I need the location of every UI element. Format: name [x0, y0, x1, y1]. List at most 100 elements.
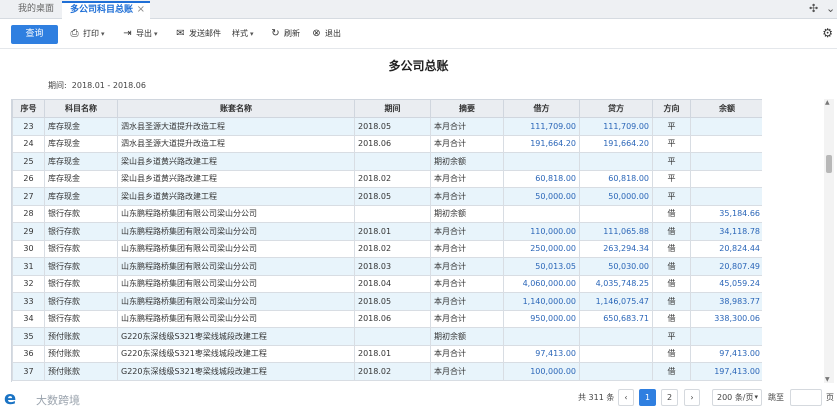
- tab-multi-company-ledger[interactable]: 多公司科目总账 ×: [62, 1, 150, 19]
- tab-label: 多公司科目总账: [70, 5, 134, 15]
- close-circle-icon: ⊗: [312, 28, 321, 39]
- pin-icon[interactable]: ✣: [809, 2, 818, 15]
- print-button[interactable]: ⎙ 打印 ▾: [69, 27, 105, 41]
- cell-account: 银行存款: [44, 292, 118, 311]
- cell-account: 银行存款: [44, 274, 118, 293]
- cell-credit: 1,146,075.47: [579, 292, 653, 311]
- cell-credit: 263,294.34: [579, 239, 653, 258]
- gear-icon[interactable]: ⚙: [822, 26, 833, 40]
- prev-page-button[interactable]: ‹: [618, 389, 634, 406]
- table-row[interactable]: 25 库存现金 梁山县乡道黄兴路改建工程 期初余额 平: [12, 152, 762, 171]
- cell-period: 2018.02: [354, 239, 431, 258]
- print-label: 打印: [83, 29, 99, 38]
- table-row[interactable]: 24 库存现金 泗水县圣源大道提升改造工程 2018.06 本月合计 191,664.20…: [12, 134, 762, 153]
- table-row[interactable]: 34 银行存款 山东鹏程路桥集团有限公司梁山分公司 2018.06 本月合计 950,00…: [12, 309, 762, 328]
- cell-ledger-set: 梁山县乡道黄兴路改建工程: [117, 187, 355, 206]
- cell-credit: [579, 204, 653, 223]
- cell-ledger-set: 泗水县圣源大道提升改造工程: [117, 134, 355, 153]
- cell-summary: 期初余额: [430, 204, 504, 223]
- scrollbar-thumb[interactable]: [826, 155, 832, 173]
- cell-index: 35: [12, 327, 45, 346]
- cell-direction: 平: [652, 117, 691, 136]
- chevron-down-icon[interactable]: ⌄: [826, 2, 835, 15]
- col-header-balance[interactable]: 余额: [690, 99, 762, 118]
- scroll-up-icon[interactable]: ▲: [825, 99, 830, 106]
- table-row[interactable]: 28 银行存款 山东鹏程路桥集团有限公司梁山分公司 期初余额 借 35,184.66: [12, 204, 762, 223]
- cell-summary: 本月合计: [430, 362, 504, 381]
- query-button[interactable]: 查询: [11, 25, 58, 44]
- cell-account: 银行存款: [44, 257, 118, 276]
- cell-debit: 191,664.20: [503, 134, 580, 153]
- cell-ledger-set: 山东鹏程路桥集团有限公司梁山分公司: [117, 222, 355, 241]
- export-button[interactable]: ⇥ 导出 ▾: [122, 27, 157, 41]
- page-unit-label: 页: [826, 393, 834, 402]
- page-2-button[interactable]: 2: [661, 389, 678, 406]
- table-row[interactable]: 29 银行存款 山东鹏程路桥集团有限公司梁山分公司 2018.01 本月合计 110,00…: [12, 222, 762, 241]
- cell-index: 31: [12, 257, 45, 276]
- send-email-button[interactable]: ✉ 发送邮件: [175, 27, 221, 41]
- table-row[interactable]: 36 预付账款 G220东深线级S321枣梁线城段改建工程 2018.01 本月合计 97…: [12, 344, 762, 363]
- close-icon[interactable]: ×: [137, 3, 145, 17]
- ledger-table: 序号 科目名称 账套名称 期间 摘要 借方 贷方 方向 余额 23 库存现金 泗水县…: [12, 99, 762, 381]
- cell-period: 2018.01: [354, 344, 431, 363]
- table-row[interactable]: 31 银行存款 山东鹏程路桥集团有限公司梁山分公司 2018.03 本月合计 50,013…: [12, 257, 762, 276]
- table-row[interactable]: 27 库存现金 梁山县乡道黄兴路改建工程 2018.05 本月合计 50,000.00 50…: [12, 187, 762, 206]
- cell-credit: 111,065.88: [579, 222, 653, 241]
- cell-index: 28: [12, 204, 45, 223]
- page-size-select[interactable]: 200 条/页 ▾: [712, 389, 762, 406]
- col-header-index[interactable]: 序号: [12, 99, 45, 118]
- table-row[interactable]: 33 银行存款 山东鹏程路桥集团有限公司梁山分公司 2018.05 本月合计 1,140,…: [12, 292, 762, 311]
- cell-account: 库存现金: [44, 169, 118, 188]
- cell-direction: 平: [652, 187, 691, 206]
- exit-label: 退出: [325, 29, 341, 38]
- cell-debit: 110,000.00: [503, 222, 580, 241]
- table-row[interactable]: 32 银行存款 山东鹏程路桥集团有限公司梁山分公司 2018.04 本月合计 4,060,…: [12, 274, 762, 293]
- period-label: 期间:: [48, 81, 67, 90]
- cell-summary: 期初余额: [430, 327, 504, 346]
- cell-index: 33: [12, 292, 45, 311]
- jump-page-input[interactable]: [790, 389, 822, 406]
- table-row[interactable]: 30 银行存款 山东鹏程路桥集团有限公司梁山分公司 2018.02 本月合计 250,00…: [12, 239, 762, 258]
- col-header-debit[interactable]: 借方: [503, 99, 580, 118]
- table-row[interactable]: 23 库存现金 泗水县圣源大道提升改造工程 2018.05 本月合计 111,709.00…: [12, 117, 762, 136]
- refresh-button[interactable]: ↻ 刷新: [270, 27, 300, 41]
- page-1-button[interactable]: 1: [639, 389, 656, 406]
- cell-index: 23: [12, 117, 45, 136]
- table-row[interactable]: 26 库存现金 梁山县乡道黄兴路改建工程 2018.02 本月合计 60,818.00 60…: [12, 169, 762, 188]
- cell-credit: [579, 152, 653, 171]
- cell-ledger-set: 梁山县乡道黄兴路改建工程: [117, 169, 355, 188]
- cell-credit: 50,030.00: [579, 257, 653, 276]
- style-button[interactable]: 样式 ▾: [232, 27, 254, 41]
- cell-index: 32: [12, 274, 45, 293]
- col-header-direction[interactable]: 方向: [652, 99, 691, 118]
- ledger-table-container: 序号 科目名称 账套名称 期间 摘要 借方 贷方 方向 余额 23 库存现金 泗水县…: [11, 99, 762, 382]
- cell-balance: 20,824.44: [690, 239, 762, 258]
- exit-button[interactable]: ⊗ 退出: [311, 27, 341, 41]
- table-row[interactable]: 37 预付账款 G220东深线级S321枣梁线城段改建工程 2018.02 本月合计 10…: [12, 362, 762, 381]
- col-header-summary[interactable]: 摘要: [430, 99, 504, 118]
- col-header-credit[interactable]: 贷方: [579, 99, 653, 118]
- next-page-button[interactable]: ›: [684, 389, 700, 406]
- cell-debit: [503, 327, 580, 346]
- cell-account: 银行存款: [44, 204, 118, 223]
- cell-direction: 平: [652, 327, 691, 346]
- cell-balance: [690, 187, 762, 206]
- cell-credit: 191,664.20: [579, 134, 653, 153]
- cell-index: 25: [12, 152, 45, 171]
- cell-ledger-set: G220东深线级S321枣梁线城段改建工程: [117, 344, 355, 363]
- cell-summary: 本月合计: [430, 292, 504, 311]
- col-header-ledger-set[interactable]: 账套名称: [117, 99, 355, 118]
- cell-account: 银行存款: [44, 222, 118, 241]
- cell-balance: 197,413.00: [690, 362, 762, 381]
- vertical-scrollbar[interactable]: ▲ ▼: [824, 99, 834, 383]
- cell-summary: 本月合计: [430, 239, 504, 258]
- table-row[interactable]: 35 预付账款 G220东深线级S321枣梁线城段改建工程 期初余额 平: [12, 327, 762, 346]
- report-title: 多公司总账: [388, 59, 449, 73]
- cell-direction: 借: [652, 344, 691, 363]
- scroll-down-icon[interactable]: ▼: [825, 376, 830, 383]
- col-header-account[interactable]: 科目名称: [44, 99, 118, 118]
- col-header-period[interactable]: 期间: [354, 99, 431, 118]
- tab-my-desktop[interactable]: 我的桌面: [10, 1, 62, 19]
- cell-summary: 期初余额: [430, 152, 504, 171]
- cell-credit: [579, 327, 653, 346]
